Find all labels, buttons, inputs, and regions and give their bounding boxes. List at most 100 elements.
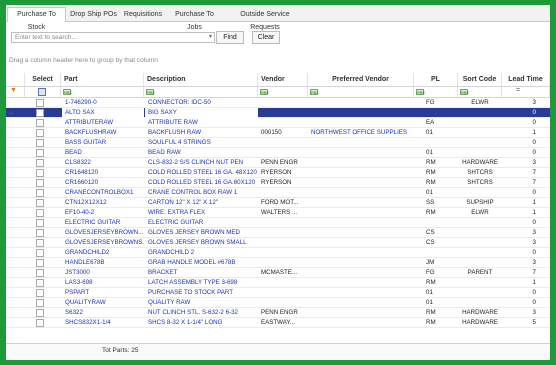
table-row[interactable]: ATTRIBUTERAW ATTRIBUTE RAW EA 0 bbox=[6, 118, 550, 128]
description-cell[interactable]: GRAB HANDLE MODEL #678B bbox=[145, 258, 258, 268]
description-cell[interactable]: CONNECTOR: IDC-50 bbox=[145, 98, 258, 108]
lead-time-cell[interactable]: 0 bbox=[502, 108, 536, 118]
preferred-vendor-cell[interactable] bbox=[311, 148, 414, 158]
table-row[interactable]: GRANDCHILD2 GRANDCHILD 2 0 bbox=[6, 248, 550, 258]
pl-cell[interactable]: 01 bbox=[426, 298, 456, 308]
preferred-vendor-cell[interactable] bbox=[311, 278, 414, 288]
sort-code-cell[interactable] bbox=[458, 258, 502, 268]
pl-cell[interactable]: 01 bbox=[426, 288, 456, 298]
select-checkbox[interactable] bbox=[36, 159, 44, 167]
lead-time-cell[interactable]: 0 bbox=[502, 148, 536, 158]
column-header-select[interactable]: Select bbox=[25, 73, 61, 86]
filter-sort-code[interactable]: RBC bbox=[458, 87, 502, 97]
pl-cell[interactable]: JM bbox=[426, 258, 456, 268]
sort-code-cell[interactable] bbox=[458, 288, 502, 298]
select-checkbox[interactable] bbox=[36, 259, 44, 267]
vendor-cell[interactable]: PENN ENGR bbox=[258, 308, 308, 318]
select-checkbox[interactable] bbox=[36, 249, 44, 257]
preferred-vendor-cell[interactable] bbox=[311, 228, 414, 238]
vendor-cell[interactable]: WALTERS ... bbox=[258, 208, 308, 218]
filter-vendor[interactable]: RBC bbox=[258, 87, 308, 97]
preferred-vendor-cell[interactable] bbox=[311, 198, 414, 208]
column-header-sort-code[interactable]: Sort Code bbox=[458, 73, 502, 86]
vendor-cell[interactable] bbox=[258, 278, 308, 288]
pl-cell[interactable]: RM bbox=[426, 208, 456, 218]
select-checkbox[interactable] bbox=[36, 319, 44, 327]
table-row[interactable]: ELECTRIC GUITAR ELECTRIC GUITAR 0 bbox=[6, 218, 550, 228]
filter-lead-time[interactable]: = bbox=[502, 87, 550, 97]
part-cell[interactable]: 1-746290-0 bbox=[62, 98, 144, 108]
description-cell[interactable]: CRANE CONTROL BOX RAW 1 bbox=[145, 188, 258, 198]
description-cell[interactable]: BRACKET bbox=[145, 268, 258, 278]
filter-condition-icon[interactable]: RBC bbox=[416, 89, 425, 95]
description-cell[interactable]: QUALITY RAW bbox=[145, 298, 258, 308]
lead-time-cell[interactable]: 1 bbox=[502, 198, 536, 208]
part-cell[interactable]: HANDLE678B bbox=[62, 258, 144, 268]
sort-code-cell[interactable]: HARDWARE bbox=[458, 318, 502, 328]
lead-time-cell[interactable]: 1 bbox=[502, 128, 536, 138]
filter-pl[interactable]: RBC bbox=[414, 87, 458, 97]
pl-cell[interactable] bbox=[426, 218, 456, 228]
table-row[interactable]: 1-746290-0 CONNECTOR: IDC-50 FG ELWR 3 bbox=[6, 98, 550, 108]
preferred-vendor-cell[interactable] bbox=[311, 268, 414, 278]
preferred-vendor-cell[interactable] bbox=[311, 188, 414, 198]
sort-code-cell[interactable] bbox=[458, 128, 502, 138]
pl-cell[interactable]: RM bbox=[426, 178, 456, 188]
description-cell[interactable]: NUT CLINCH STL. S-632-2 6-32 bbox=[145, 308, 258, 318]
column-header-preferred-vendor[interactable]: Preferred Vendor bbox=[308, 73, 414, 86]
filter-condition-icon[interactable]: RBC bbox=[460, 89, 469, 95]
filter-part[interactable]: RBC bbox=[61, 87, 144, 97]
table-row[interactable]: JST3000 BRACKET MCMASTE... FG PARENT 7 bbox=[6, 268, 550, 278]
lead-time-cell[interactable]: 7 bbox=[502, 168, 536, 178]
lead-time-cell[interactable]: 1 bbox=[502, 278, 536, 288]
pl-cell[interactable]: RM bbox=[426, 158, 456, 168]
preferred-vendor-cell[interactable] bbox=[311, 298, 414, 308]
vendor-cell[interactable]: MCMASTE... bbox=[258, 268, 308, 278]
table-row[interactable]: SHCS832X1-1/4 SHCS 8-32 X 1-1/4" LONG EAST… bbox=[6, 318, 550, 328]
vendor-cell[interactable]: RYERSON bbox=[258, 178, 308, 188]
sort-code-cell[interactable] bbox=[458, 118, 502, 128]
lead-time-cell[interactable]: 7 bbox=[502, 268, 536, 278]
pl-cell[interactable]: EA bbox=[426, 118, 456, 128]
description-cell[interactable]: BACKFLUSH RAW bbox=[145, 128, 258, 138]
table-row[interactable]: LAS3-698 LATCH ASSEMBLY TYPE 3-698 RM 1 bbox=[6, 278, 550, 288]
vendor-cell[interactable] bbox=[258, 148, 308, 158]
select-checkbox[interactable] bbox=[36, 229, 44, 237]
sort-code-cell[interactable] bbox=[458, 218, 502, 228]
pl-cell[interactable] bbox=[426, 108, 456, 118]
clear-button[interactable]: Clear bbox=[252, 31, 280, 44]
lead-time-cell[interactable]: 0 bbox=[502, 288, 536, 298]
select-checkbox[interactable] bbox=[36, 119, 44, 127]
sort-code-cell[interactable] bbox=[458, 148, 502, 158]
sort-code-cell[interactable]: ELWR bbox=[458, 98, 502, 108]
filter-condition-icon[interactable]: RBC bbox=[63, 89, 72, 95]
select-checkbox[interactable] bbox=[36, 269, 44, 277]
vendor-cell[interactable] bbox=[258, 288, 308, 298]
filter-icon[interactable]: ▼ bbox=[6, 87, 25, 97]
vendor-cell[interactable] bbox=[258, 228, 308, 238]
table-row[interactable]: CTN12X12X12 CARTON 12" X 12" X 12" FORD MO… bbox=[6, 198, 550, 208]
table-row[interactable]: QUALITYRAW QUALITY RAW 01 0 bbox=[6, 298, 550, 308]
column-header-vendor[interactable]: Vendor bbox=[258, 73, 308, 86]
select-checkbox[interactable] bbox=[36, 189, 44, 197]
description-cell[interactable]: ELECTRIC GUITAR bbox=[145, 218, 258, 228]
table-row[interactable]: S6322 NUT CLINCH STL. S-632-2 6-32 PENN EN… bbox=[6, 308, 550, 318]
vendor-cell[interactable]: RYERSON bbox=[258, 168, 308, 178]
lead-time-cell[interactable]: 3 bbox=[502, 158, 536, 168]
lead-time-cell[interactable]: 0 bbox=[502, 188, 536, 198]
description-cell[interactable]: BEAD RAW bbox=[145, 148, 258, 158]
sort-code-cell[interactable] bbox=[458, 238, 502, 248]
sort-code-cell[interactable]: SUPSHIP bbox=[458, 198, 502, 208]
vendor-cell[interactable]: FORD MOT... bbox=[258, 198, 308, 208]
part-cell[interactable]: BACKFLUSHRAW bbox=[62, 128, 144, 138]
chevron-down-icon[interactable]: ▾ bbox=[209, 33, 212, 42]
tab-drop-ship-pos[interactable]: Drop Ship POs bbox=[67, 7, 120, 20]
table-row[interactable]: GLOVESJERSEYBROWN... GLOVES JERSEY BROWN … bbox=[6, 228, 550, 238]
select-checkbox[interactable] bbox=[36, 199, 44, 207]
lead-time-cell[interactable]: 0 bbox=[502, 138, 536, 148]
vendor-cell[interactable] bbox=[258, 98, 308, 108]
preferred-vendor-cell[interactable] bbox=[311, 218, 414, 228]
lead-time-cell[interactable]: 0 bbox=[502, 298, 536, 308]
pl-cell[interactable]: 01 bbox=[426, 128, 456, 138]
description-cell[interactable]: WIRE: EXTRA FLEX bbox=[145, 208, 258, 218]
